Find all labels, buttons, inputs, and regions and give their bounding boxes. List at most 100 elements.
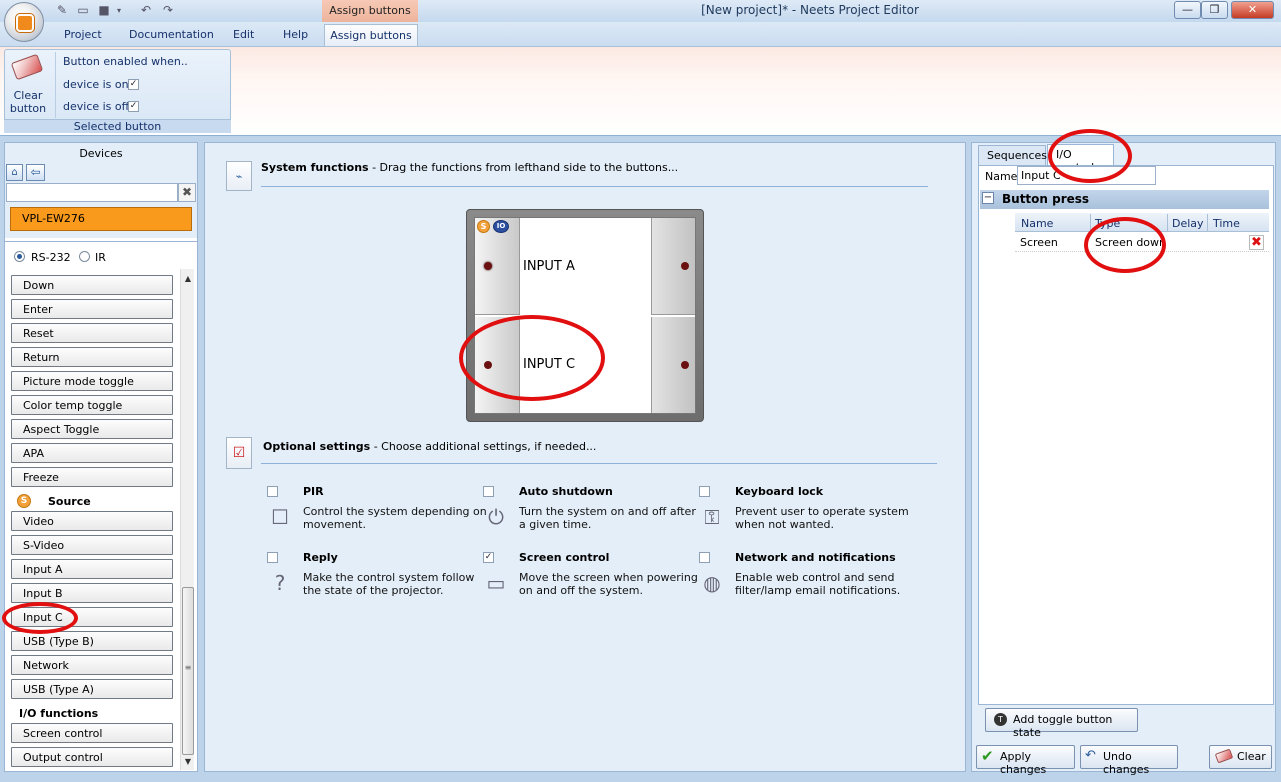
col-time[interactable]: Time — [1213, 217, 1240, 230]
device-command-input-a[interactable]: Input A — [11, 559, 173, 579]
selected-device[interactable]: VPL-EW276 — [10, 207, 192, 231]
device-command-apa[interactable]: APA — [11, 443, 173, 463]
io-functions-header: I/O functions — [19, 707, 99, 720]
device-command-picture-mode-toggle[interactable]: Picture mode toggle — [11, 371, 173, 391]
device-command-network[interactable]: Network — [11, 655, 173, 675]
col-delay[interactable]: Delay — [1172, 217, 1204, 230]
optional-settings-heading: Optional settings - Choose additional se… — [263, 440, 596, 453]
button-enabled-label: Button enabled when.. — [63, 55, 188, 68]
toggle-state-icon: T — [994, 713, 1007, 726]
undo-changes-button[interactable]: ↶ Undo changes — [1080, 745, 1178, 776]
device-command-aspect-toggle[interactable]: Aspect Toggle — [11, 419, 173, 439]
annotation-oval-input-c-button — [459, 315, 605, 401]
option-checkbox-network-and-notifications[interactable] — [699, 552, 710, 563]
devices-divider — [5, 241, 197, 242]
tab-edit[interactable]: Edit — [233, 28, 254, 41]
scroll-down-icon[interactable]: ▼ — [181, 757, 195, 766]
device-command-usb-type-b[interactable]: USB (Type B) — [11, 631, 173, 651]
device-command-reset[interactable]: Reset — [11, 323, 173, 343]
option-desc-screen-control: on and off the system. — [519, 584, 644, 597]
led-indicator — [484, 262, 492, 270]
device-command-output-control[interactable]: Output control — [11, 747, 173, 767]
device-command-input-b[interactable]: Input B — [11, 583, 173, 603]
device-search-input[interactable] — [6, 183, 178, 202]
undo-icon[interactable]: ↶ — [138, 3, 154, 18]
back-arrow-icon[interactable]: ⇦ — [26, 164, 45, 181]
collapse-icon[interactable]: − — [982, 192, 994, 204]
annotation-oval-io-tab — [1048, 129, 1132, 183]
io-badge-icon: IO — [493, 220, 509, 233]
option-desc-network-and-notifications: Enable web control and send — [735, 571, 895, 584]
row-name: Screen — [1020, 236, 1058, 249]
radio-ir[interactable] — [79, 251, 90, 262]
system-functions-heading: System functions - Drag the functions fr… — [261, 161, 678, 174]
device-command-s-video[interactable]: S-Video — [11, 535, 173, 555]
clear-changes-button[interactable]: Clear — [1209, 745, 1272, 769]
option-desc-pir: movement. — [303, 518, 366, 531]
scroll-up-icon[interactable]: ▲ — [181, 274, 195, 283]
option-desc-reply: Make the control system follow — [303, 571, 475, 584]
option-checkbox-screen-control[interactable]: ✓ — [483, 552, 494, 563]
device-on-label: device is on — [63, 78, 129, 91]
keypad-label-input-a: INPUT A — [523, 259, 575, 274]
option-title-network-and-notifications: Network and notifications — [735, 551, 896, 564]
device-command-enter[interactable]: Enter — [11, 299, 173, 319]
option-title-reply: Reply — [303, 551, 338, 564]
device-off-checkbox[interactable]: ✓ — [128, 101, 139, 112]
option-desc-reply: the state of the projector. — [303, 584, 444, 597]
home-icon[interactable]: ⌂ — [6, 164, 23, 181]
tab-sequences[interactable]: Sequences — [978, 145, 1047, 165]
save-icon[interactable]: ■ — [96, 3, 112, 18]
tab-help[interactable]: Help — [283, 28, 308, 41]
checklist-icon: ☑ — [226, 437, 252, 469]
maximize-button[interactable]: ❐ — [1201, 1, 1228, 19]
device-on-checkbox[interactable]: ✓ — [128, 79, 139, 90]
annotation-oval-screen-down — [1084, 217, 1166, 273]
tab-project[interactable]: Project — [64, 28, 102, 41]
clear-search-icon[interactable]: ✖ — [178, 183, 196, 202]
option-title-auto-shutdown: Auto shutdown — [519, 485, 613, 498]
option-checkbox-keyboard-lock[interactable] — [699, 486, 710, 497]
col-divider — [1167, 214, 1168, 231]
scroll-thumb[interactable]: ≡ — [182, 587, 194, 755]
apply-changes-button[interactable]: ✔ Apply changes — [976, 745, 1075, 776]
device-command-video[interactable]: Video — [11, 511, 173, 531]
tab-documentation[interactable]: Documentation — [129, 28, 214, 41]
col-name[interactable]: Name — [1021, 217, 1053, 230]
apply-changes-label: Apply changes — [1000, 750, 1047, 776]
close-button[interactable]: ✕ — [1231, 1, 1274, 19]
led-indicator — [681, 361, 689, 369]
device-command-down[interactable]: Down — [11, 275, 173, 295]
pir-sensor-icon: ☐ — [271, 505, 289, 529]
minimize-button[interactable]: — — [1174, 1, 1201, 19]
open-folder-icon[interactable]: ▭ — [75, 3, 91, 18]
option-checkbox-auto-shutdown[interactable] — [483, 486, 494, 497]
option-desc-network-and-notifications: filter/lamp email notifications. — [735, 584, 901, 597]
radio-rs232[interactable] — [14, 251, 25, 262]
device-off-label: device is off — [63, 100, 130, 113]
option-checkbox-pir[interactable] — [267, 486, 278, 497]
redo-icon[interactable]: ↷ — [160, 3, 176, 18]
add-toggle-button[interactable]: T Add toggle button state — [985, 708, 1138, 739]
keypad-button-bottom-right[interactable] — [651, 317, 695, 413]
col-divider — [1207, 214, 1208, 231]
device-command-freeze[interactable]: Freeze — [11, 467, 173, 487]
option-checkbox-reply[interactable] — [267, 552, 278, 563]
delete-row-icon[interactable]: ✖ — [1249, 235, 1264, 250]
device-command-usb-type-a[interactable]: USB (Type A) — [11, 679, 173, 699]
option-title-pir: PIR — [303, 485, 324, 498]
clear-button[interactable]: Clear button — [8, 53, 48, 118]
option-desc-keyboard-lock: when not wanted. — [735, 518, 834, 531]
app-menu-button[interactable] — [4, 2, 44, 42]
keypad-button-top-right[interactable] — [651, 218, 695, 315]
quick-access-dropdown-icon[interactable]: ▾ — [114, 3, 124, 18]
tab-assign-buttons[interactable]: Assign buttons — [324, 24, 418, 46]
undo-changes-label: Undo changes — [1103, 750, 1150, 776]
new-project-icon[interactable]: ✎ — [54, 3, 70, 18]
devices-scrollbar[interactable]: ▲ ≡ ▼ — [180, 269, 194, 770]
device-command-screen-control[interactable]: Screen control — [11, 723, 173, 743]
device-command-color-temp-toggle[interactable]: Color temp toggle — [11, 395, 173, 415]
device-command-return[interactable]: Return — [11, 347, 173, 367]
system-functions-title: System functions — [261, 161, 369, 174]
clear-changes-label: Clear — [1237, 750, 1266, 763]
